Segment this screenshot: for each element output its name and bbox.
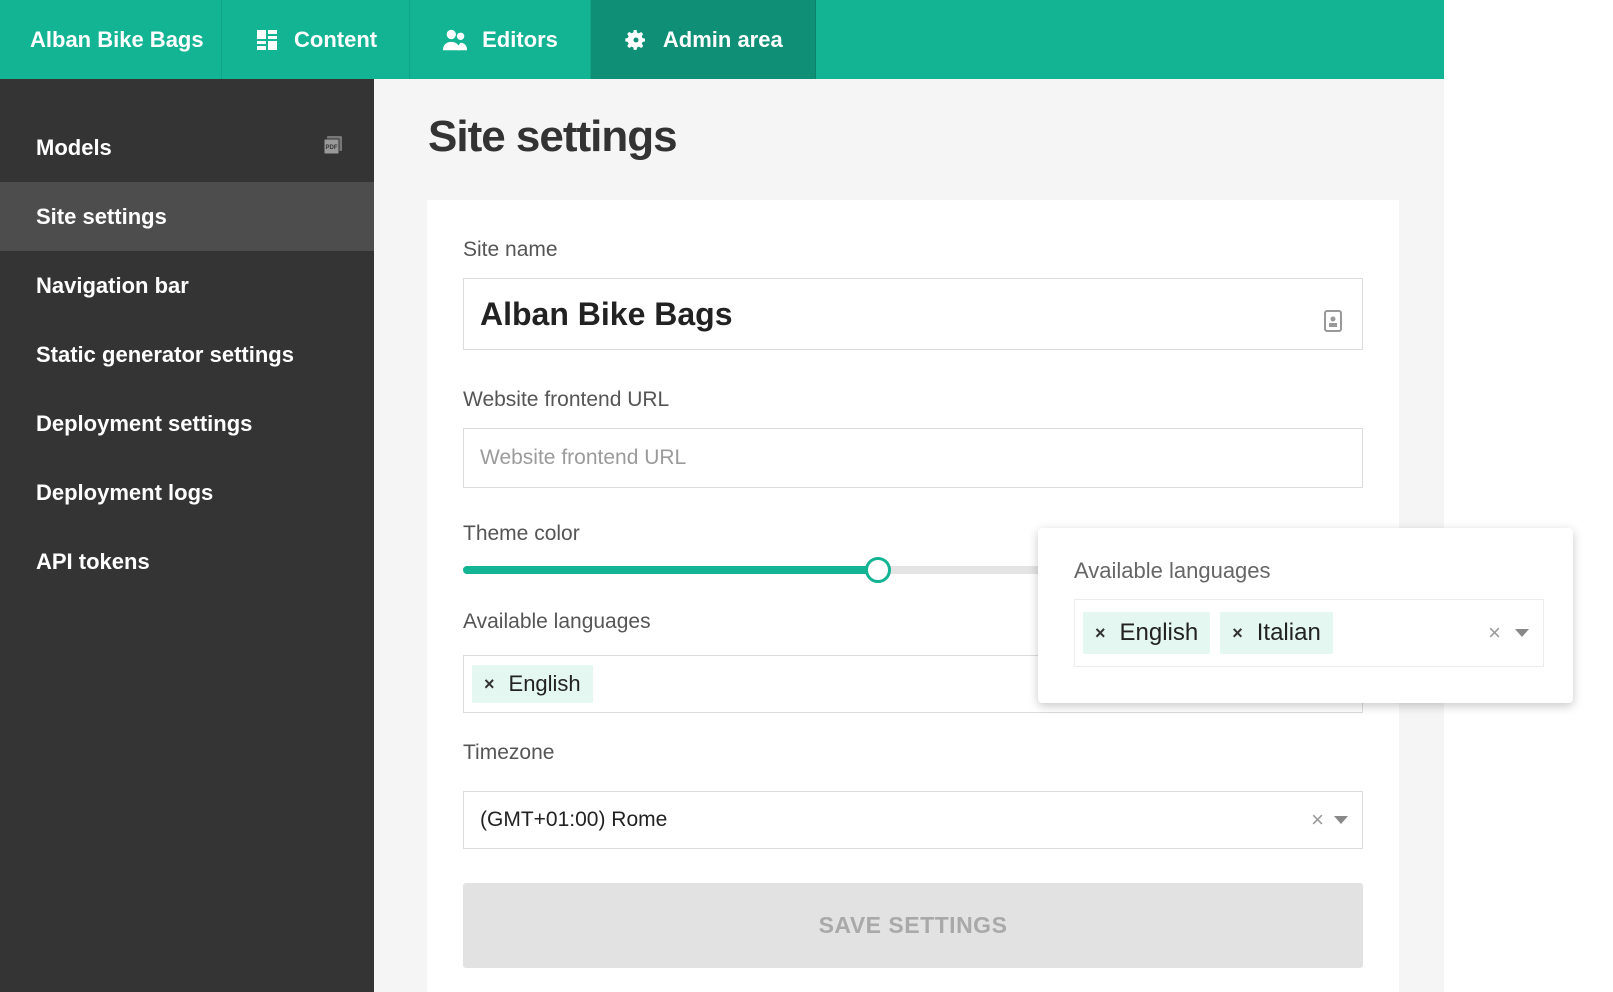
sidebar-item-label: Navigation bar	[36, 272, 189, 298]
sidebar-item-label: API tokens	[36, 548, 150, 574]
popout-languages-label: Available languages	[1074, 558, 1271, 583]
sidebar-item-deployment-logs[interactable]: Deployment logs	[0, 458, 374, 527]
sidebar-item-label: Deployment logs	[36, 479, 214, 505]
site-name-value: Alban Bike Bags	[480, 295, 733, 332]
clear-icon[interactable]: ×	[1488, 620, 1501, 646]
chevron-down-icon[interactable]	[1334, 816, 1348, 824]
tab-editors[interactable]: Editors	[410, 0, 591, 79]
language-tag: × Italian	[1220, 612, 1333, 654]
remove-tag-icon[interactable]: ×	[1095, 623, 1106, 644]
tab-content[interactable]: Content	[222, 0, 411, 79]
language-tag-label: English	[508, 671, 581, 696]
gear-icon	[623, 27, 649, 53]
slider-fill	[463, 566, 877, 574]
tab-admin-area[interactable]: Admin area	[590, 0, 816, 79]
tab-admin-area-label: Admin area	[662, 26, 783, 52]
popout-languages-multiselect[interactable]: × English × Italian ×	[1074, 599, 1544, 667]
language-tag-label: Italian	[1256, 619, 1321, 646]
clear-icon[interactable]: ×	[1311, 807, 1324, 833]
languages-popout: Available languages × English × Italian …	[1038, 528, 1573, 703]
site-name-label: Site name	[463, 238, 558, 261]
slider-handle[interactable]	[865, 557, 891, 583]
users-icon	[442, 27, 468, 53]
language-tag-label: English	[1119, 619, 1199, 646]
language-tag: × English	[1083, 612, 1211, 654]
site-name-input[interactable]: Alban Bike Bags	[463, 278, 1363, 350]
sidebar-item-navigation-bar[interactable]: Navigation bar	[0, 251, 374, 320]
sidebar-item-site-settings[interactable]: Site settings	[0, 182, 374, 251]
timezone-value: (GMT+01:00) Rome	[480, 808, 668, 831]
remove-tag-icon[interactable]: ×	[1232, 623, 1243, 644]
brand-logo-text[interactable]: Alban Bike Bags	[0, 0, 222, 79]
sidebar-item-label: Site settings	[36, 203, 167, 229]
pdf-icon: PDF	[322, 134, 344, 162]
tab-editors-label: Editors	[482, 26, 558, 52]
sidebar: Models PDF Site settings Navigation bar …	[0, 79, 374, 992]
sidebar-item-static-generator-settings[interactable]: Static generator settings	[0, 320, 374, 389]
sidebar-item-label: Static generator settings	[36, 341, 294, 367]
timezone-label: Timezone	[463, 741, 555, 764]
page-title: Site settings	[428, 112, 678, 161]
remove-tag-icon[interactable]: ×	[484, 674, 495, 695]
grid-icon	[254, 27, 280, 53]
tab-content-label: Content	[294, 26, 378, 52]
frontend-url-input[interactable]	[463, 428, 1363, 488]
sidebar-item-label: Models	[36, 134, 112, 160]
top-nav-bar: Alban Bike Bags Content Editors Admin ar…	[0, 0, 1444, 79]
sidebar-item-api-tokens[interactable]: API tokens	[0, 527, 374, 596]
sidebar-item-deployment-settings[interactable]: Deployment settings	[0, 389, 374, 458]
save-settings-button[interactable]: SAVE SETTINGS	[463, 883, 1363, 968]
timezone-select[interactable]: (GMT+01:00) Rome ×	[463, 791, 1363, 849]
frontend-url-label: Website frontend URL	[463, 388, 670, 411]
languages-label: Available languages	[463, 610, 651, 633]
contact-card-icon[interactable]	[1324, 303, 1342, 340]
sidebar-item-models[interactable]: Models PDF	[0, 113, 374, 182]
svg-text:PDF: PDF	[326, 145, 338, 151]
language-tag: × English	[472, 665, 593, 703]
app-window: Alban Bike Bags Content Editors Admin ar…	[0, 0, 1573, 992]
theme-color-label: Theme color	[463, 522, 580, 545]
chevron-down-icon[interactable]	[1515, 629, 1529, 637]
sidebar-item-label: Deployment settings	[36, 410, 253, 436]
